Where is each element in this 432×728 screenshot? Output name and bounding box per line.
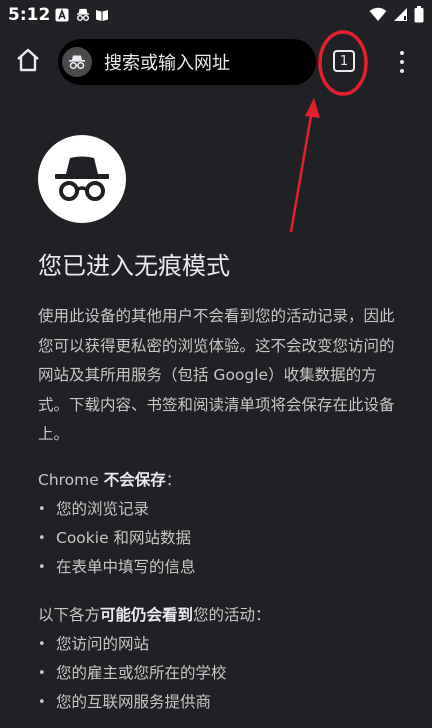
omnibox[interactable]: 搜索或输入网址	[58, 39, 316, 85]
may-see-section: 以下各方可能仍会看到您的活动： 您访问的网站 您的雇主或您所在的学校 您的互联网…	[38, 601, 271, 717]
status-bar: 5:12	[0, 0, 432, 30]
wifi-icon	[369, 7, 387, 26]
annotation-arrow-line	[289, 109, 314, 233]
list-item: 您访问的网站	[38, 630, 271, 659]
not-saved-list: 您的浏览记录 Cookie 和网站数据 在表单中填写的信息	[38, 495, 196, 582]
annotation-arrow-head	[305, 98, 320, 118]
incognito-description: 使用此设备的其他用户不会看到您的活动记录，因此您可以获得更私密的浏览体验。这不会…	[38, 307, 395, 443]
more-vert-icon[interactable]	[390, 48, 414, 76]
incognito-icon	[69, 55, 85, 70]
list-item: 您的浏览记录	[38, 495, 196, 524]
battery-icon	[414, 6, 424, 27]
list-item: 在表单中填写的信息	[38, 553, 196, 582]
signal-icon	[393, 7, 408, 26]
tab-count: 1	[339, 53, 349, 69]
list-item: 您的互联网服务提供商	[38, 688, 271, 717]
not-saved-heading: Chrome 不会保存：	[38, 471, 182, 489]
omnibox-placeholder[interactable]: 搜索或输入网址	[104, 49, 230, 75]
a-square-icon	[55, 7, 69, 22]
home-icon	[17, 48, 39, 72]
home-button[interactable]	[10, 42, 46, 78]
list-item: Cookie 和网站数据	[38, 524, 196, 553]
incognito-icon	[55, 156, 109, 201]
may-see-list: 您访问的网站 您的雇主或您所在的学校 您的互联网服务提供商	[38, 630, 271, 717]
not-saved-section: Chrome 不会保存： 您的浏览记录 Cookie 和网站数据 在表单中填写的…	[38, 466, 196, 582]
page-title: 您已进入无痕模式	[38, 252, 230, 280]
status-system-icons	[369, 6, 424, 27]
status-time: 5:12	[8, 5, 51, 25]
book-icon	[95, 7, 109, 21]
incognito-icon	[75, 7, 89, 21]
list-item: 您的雇主或您所在的学校	[38, 659, 271, 688]
browser-toolbar: 搜索或输入网址 1	[0, 34, 432, 90]
tab-switcher-icon[interactable]: 1	[333, 50, 355, 72]
incognito-logo	[38, 135, 126, 223]
status-notification-icons	[55, 7, 109, 22]
may-see-heading: 以下各方可能仍会看到您的活动：	[38, 606, 271, 624]
incognito-badge	[62, 47, 92, 77]
